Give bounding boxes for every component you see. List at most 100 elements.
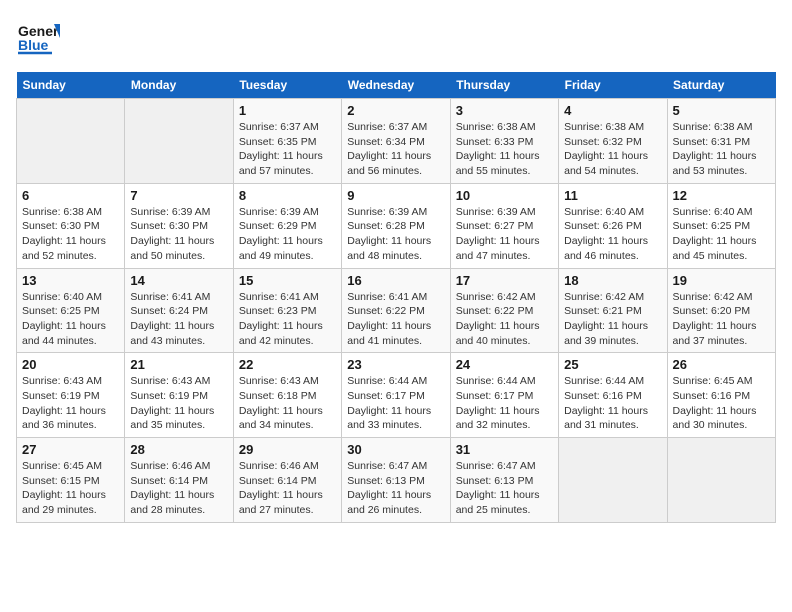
calendar-cell [559,438,667,523]
weekday-header-wednesday: Wednesday [342,72,450,99]
calendar-cell: 7Sunrise: 6:39 AM Sunset: 6:30 PM Daylig… [125,183,233,268]
calendar-cell: 6 Sunrise: 6:38 AM Sunset: 6:30 PM Daylig… [17,183,125,268]
weekday-header-thursday: Thursday [450,72,558,99]
day-number: 13 [22,273,119,288]
day-info: Sunrise: 6:41 AM Sunset: 6:23 PM Dayligh… [239,290,336,349]
calendar-cell: 2 Sunrise: 6:37 AM Sunset: 6:34 PM Daylig… [342,99,450,184]
day-info: Sunrise: 6:42 AM Sunset: 6:20 PM Dayligh… [673,290,770,349]
calendar-cell: 16 Sunrise: 6:41 AM Sunset: 6:22 PM Dayli… [342,268,450,353]
svg-text:Blue: Blue [18,37,49,53]
day-number: 20 [22,357,119,372]
calendar-cell: 8 Sunrise: 6:39 AM Sunset: 6:29 PM Daylig… [233,183,341,268]
weekday-header-sunday: Sunday [17,72,125,99]
logo-icon: General Blue [16,16,60,60]
day-info: Sunrise: 6:37 AM Sunset: 6:34 PM Dayligh… [347,120,444,179]
day-info: Sunrise: 6:43 AM Sunset: 6:18 PM Dayligh… [239,374,336,433]
calendar-cell: 15 Sunrise: 6:41 AM Sunset: 6:23 PM Dayli… [233,268,341,353]
day-number: 1 [239,103,336,118]
calendar-cell: 28 Sunrise: 6:46 AM Sunset: 6:14 PM Dayli… [125,438,233,523]
calendar-week-row: 27Sunrise: 6:45 AM Sunset: 6:15 PM Dayli… [17,438,776,523]
day-number: 25 [564,357,661,372]
calendar-cell: 30 Sunrise: 6:47 AM Sunset: 6:13 PM Dayli… [342,438,450,523]
day-number: 17 [456,273,553,288]
calendar-cell: 21Sunrise: 6:43 AM Sunset: 6:19 PM Dayli… [125,353,233,438]
calendar-cell: 14 Sunrise: 6:41 AM Sunset: 6:24 PM Dayli… [125,268,233,353]
calendar-cell: 17Sunrise: 6:42 AM Sunset: 6:22 PM Dayli… [450,268,558,353]
day-info: Sunrise: 6:40 AM Sunset: 6:25 PM Dayligh… [673,205,770,264]
day-number: 22 [239,357,336,372]
calendar-cell: 4Sunrise: 6:38 AM Sunset: 6:32 PM Daylig… [559,99,667,184]
day-number: 30 [347,442,444,457]
day-number: 5 [673,103,770,118]
day-number: 21 [130,357,227,372]
calendar-cell: 19 Sunrise: 6:42 AM Sunset: 6:20 PM Dayli… [667,268,775,353]
day-info: Sunrise: 6:44 AM Sunset: 6:17 PM Dayligh… [456,374,553,433]
day-number: 2 [347,103,444,118]
calendar-cell [17,99,125,184]
day-info: Sunrise: 6:37 AM Sunset: 6:35 PM Dayligh… [239,120,336,179]
day-number: 31 [456,442,553,457]
weekday-header-row: SundayMondayTuesdayWednesdayThursdayFrid… [17,72,776,99]
calendar-cell [667,438,775,523]
calendar-cell: 11 Sunrise: 6:40 AM Sunset: 6:26 PM Dayli… [559,183,667,268]
calendar-week-row: 13 Sunrise: 6:40 AM Sunset: 6:25 PM Dayli… [17,268,776,353]
calendar-week-row: 20 Sunrise: 6:43 AM Sunset: 6:19 PM Dayli… [17,353,776,438]
day-number: 15 [239,273,336,288]
day-info: Sunrise: 6:47 AM Sunset: 6:13 PM Dayligh… [456,459,553,518]
day-number: 3 [456,103,553,118]
day-info: Sunrise: 6:46 AM Sunset: 6:14 PM Dayligh… [239,459,336,518]
calendar-cell: 23Sunrise: 6:44 AM Sunset: 6:17 PM Dayli… [342,353,450,438]
logo: General Blue [16,16,60,60]
day-info: Sunrise: 6:41 AM Sunset: 6:24 PM Dayligh… [130,290,227,349]
day-number: 14 [130,273,227,288]
weekday-header-tuesday: Tuesday [233,72,341,99]
day-number: 27 [22,442,119,457]
day-number: 24 [456,357,553,372]
day-number: 19 [673,273,770,288]
day-number: 11 [564,188,661,203]
weekday-header-monday: Monday [125,72,233,99]
day-number: 23 [347,357,444,372]
weekday-header-friday: Friday [559,72,667,99]
calendar-cell: 20 Sunrise: 6:43 AM Sunset: 6:19 PM Dayli… [17,353,125,438]
day-info: Sunrise: 6:47 AM Sunset: 6:13 PM Dayligh… [347,459,444,518]
calendar-cell: 26Sunrise: 6:45 AM Sunset: 6:16 PM Dayli… [667,353,775,438]
day-info: Sunrise: 6:40 AM Sunset: 6:25 PM Dayligh… [22,290,119,349]
day-info: Sunrise: 6:38 AM Sunset: 6:33 PM Dayligh… [456,120,553,179]
day-info: Sunrise: 6:42 AM Sunset: 6:21 PM Dayligh… [564,290,661,349]
day-info: Sunrise: 6:38 AM Sunset: 6:31 PM Dayligh… [673,120,770,179]
day-number: 18 [564,273,661,288]
day-info: Sunrise: 6:41 AM Sunset: 6:22 PM Dayligh… [347,290,444,349]
calendar-cell: 22 Sunrise: 6:43 AM Sunset: 6:18 PM Dayli… [233,353,341,438]
day-number: 9 [347,188,444,203]
calendar-cell: 31 Sunrise: 6:47 AM Sunset: 6:13 PM Dayli… [450,438,558,523]
day-number: 26 [673,357,770,372]
day-number: 6 [22,188,119,203]
calendar-cell: 9 Sunrise: 6:39 AM Sunset: 6:28 PM Daylig… [342,183,450,268]
calendar-cell: 29Sunrise: 6:46 AM Sunset: 6:14 PM Dayli… [233,438,341,523]
day-number: 28 [130,442,227,457]
day-number: 16 [347,273,444,288]
day-number: 8 [239,188,336,203]
calendar-cell [125,99,233,184]
weekday-header-saturday: Saturday [667,72,775,99]
calendar-cell: 18 Sunrise: 6:42 AM Sunset: 6:21 PM Dayli… [559,268,667,353]
calendar-cell: 1 Sunrise: 6:37 AM Sunset: 6:35 PM Daylig… [233,99,341,184]
calendar-cell: 13 Sunrise: 6:40 AM Sunset: 6:25 PM Dayli… [17,268,125,353]
calendar-cell: 27Sunrise: 6:45 AM Sunset: 6:15 PM Dayli… [17,438,125,523]
day-info: Sunrise: 6:39 AM Sunset: 6:28 PM Dayligh… [347,205,444,264]
day-info: Sunrise: 6:44 AM Sunset: 6:16 PM Dayligh… [564,374,661,433]
day-number: 12 [673,188,770,203]
day-info: Sunrise: 6:46 AM Sunset: 6:14 PM Dayligh… [130,459,227,518]
day-info: Sunrise: 6:43 AM Sunset: 6:19 PM Dayligh… [22,374,119,433]
calendar-cell: 10Sunrise: 6:39 AM Sunset: 6:27 PM Dayli… [450,183,558,268]
calendar-cell: 12 Sunrise: 6:40 AM Sunset: 6:25 PM Dayli… [667,183,775,268]
day-info: Sunrise: 6:40 AM Sunset: 6:26 PM Dayligh… [564,205,661,264]
day-info: Sunrise: 6:39 AM Sunset: 6:30 PM Dayligh… [130,205,227,264]
day-info: Sunrise: 6:38 AM Sunset: 6:30 PM Dayligh… [22,205,119,264]
calendar-cell: 24 Sunrise: 6:44 AM Sunset: 6:17 PM Dayli… [450,353,558,438]
calendar-table: SundayMondayTuesdayWednesdayThursdayFrid… [16,72,776,523]
calendar-cell: 25 Sunrise: 6:44 AM Sunset: 6:16 PM Dayli… [559,353,667,438]
day-info: Sunrise: 6:39 AM Sunset: 6:29 PM Dayligh… [239,205,336,264]
page-header: General Blue [16,16,776,60]
